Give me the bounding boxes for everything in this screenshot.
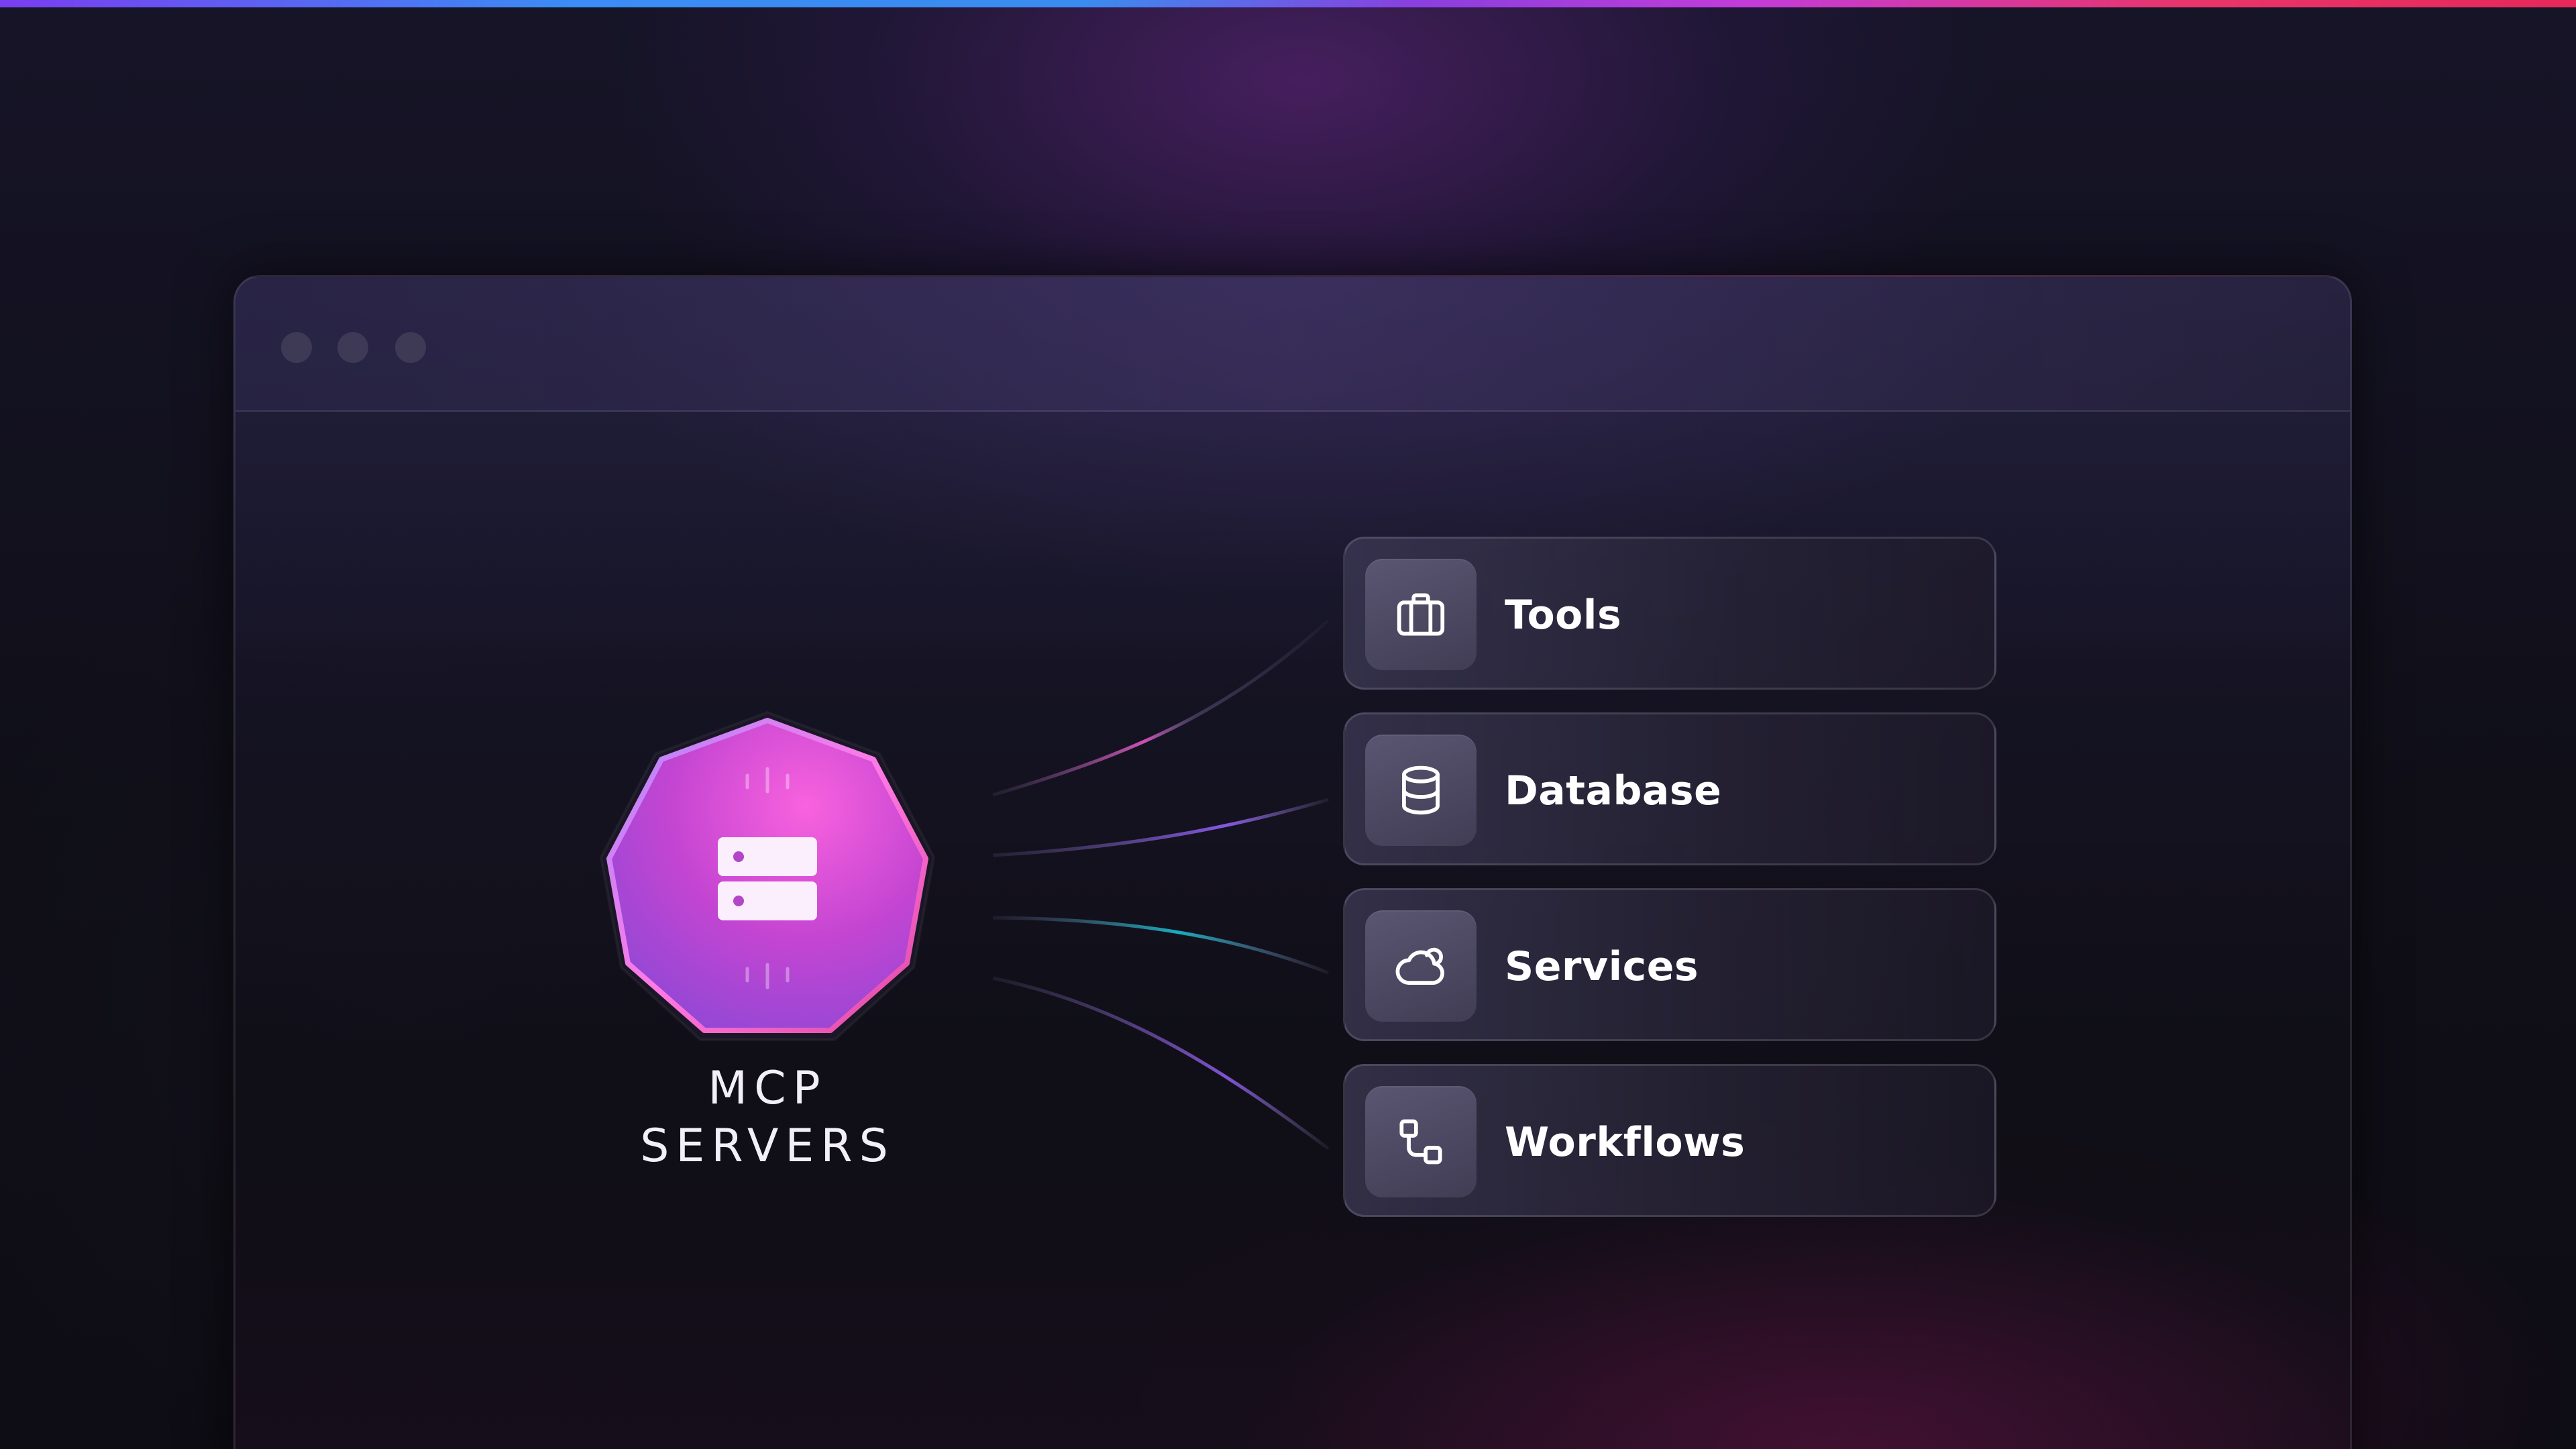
card-workflows-icon-box	[1365, 1086, 1477, 1197]
card-tools[interactable]: Tools	[1343, 537, 1996, 690]
card-database-label: Database	[1505, 767, 1722, 814]
briefcase-icon	[1397, 593, 1445, 636]
hub-label-line2: SERVERS	[640, 1120, 895, 1173]
card-database-icon-box	[1365, 735, 1477, 846]
connector-services	[992, 916, 1329, 975]
card-tools-icon-box	[1365, 559, 1477, 670]
hub-label: MCP SERVERS	[566, 1060, 969, 1175]
stage: MCP SERVERS Tools Database Services Work…	[0, 0, 2576, 1449]
connector-database	[992, 798, 1329, 857]
mcp-hub-badge[interactable]	[586, 698, 949, 1060]
card-database[interactable]: Database	[1343, 712, 1996, 865]
card-services[interactable]: Services	[1343, 888, 1996, 1041]
card-workflows-label: Workflows	[1505, 1119, 1746, 1166]
card-services-icon-box	[1365, 910, 1477, 1022]
connector-tools	[992, 619, 1330, 797]
connector-lines	[992, 619, 1330, 1150]
hub-label-line1: MCP	[708, 1062, 827, 1115]
database-icon	[1402, 765, 1440, 815]
card-tools-label: Tools	[1505, 592, 1622, 639]
workflow-icon	[1399, 1119, 1442, 1165]
connector-workflows	[992, 976, 1330, 1150]
card-workflows[interactable]: Workflows	[1343, 1064, 1996, 1217]
cloud-icon	[1395, 947, 1444, 985]
card-services-label: Services	[1505, 943, 1699, 990]
